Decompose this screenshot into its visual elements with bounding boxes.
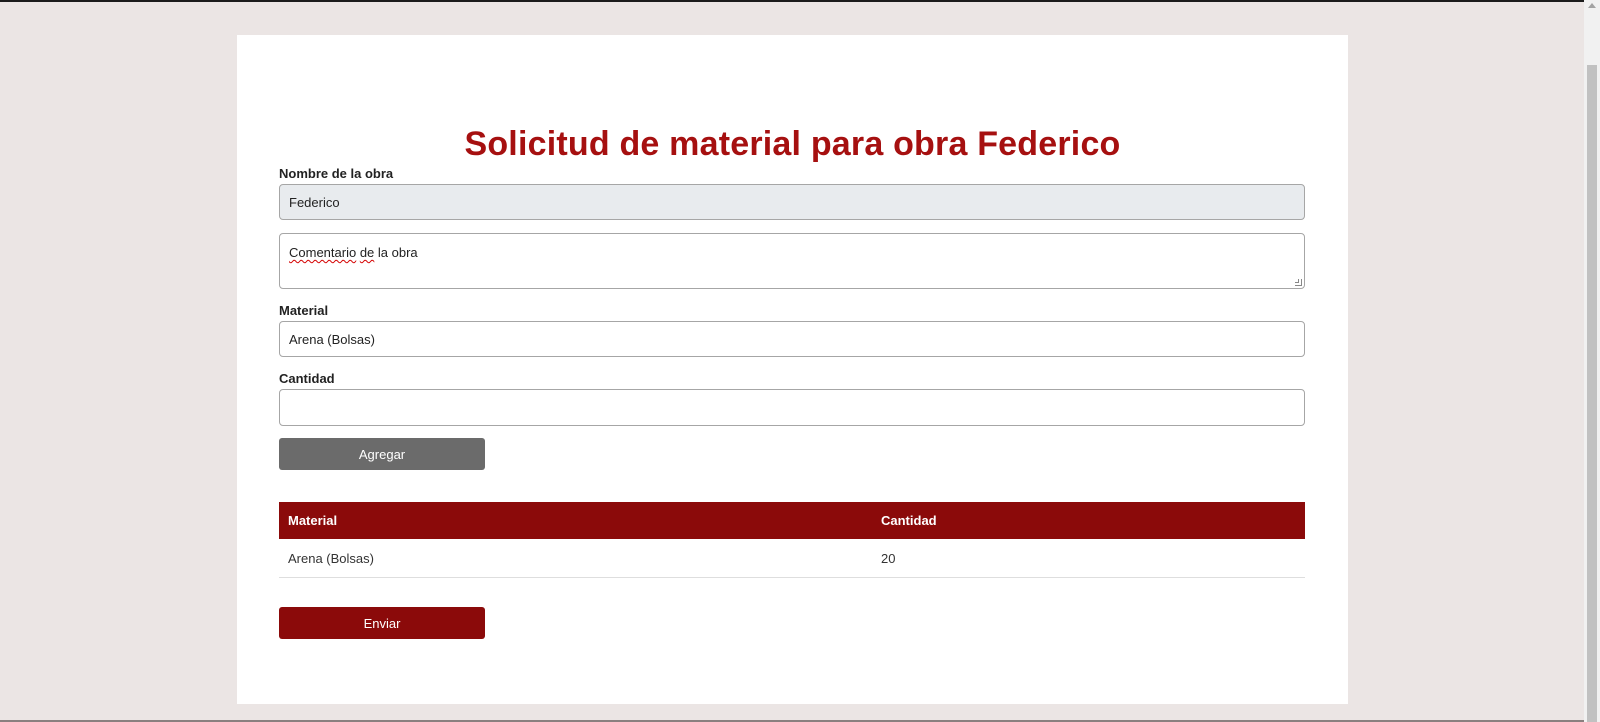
material-value: Arena (Bolsas)	[289, 331, 375, 347]
scrollbar-thumb[interactable]	[1587, 65, 1597, 722]
material-input[interactable]: Arena (Bolsas)	[279, 321, 1305, 357]
form-card: Solicitud de material para obra Federico…	[237, 35, 1348, 704]
resize-grip-icon[interactable]	[1295, 279, 1302, 286]
window-top-border	[0, 0, 1584, 2]
page-title: Solicitud de material para obra Federico	[464, 125, 1121, 163]
vertical-scrollbar[interactable]	[1584, 0, 1600, 722]
obra-name-input[interactable]: Federico	[279, 184, 1305, 220]
scroll-up-arrow-icon[interactable]	[1588, 3, 1596, 8]
table-header-cantidad: Cantidad	[872, 502, 1305, 539]
table-row: Arena (Bolsas) 20	[279, 539, 1305, 578]
material-label: Material	[279, 303, 329, 318]
table-cell-material: Arena (Bolsas)	[279, 539, 872, 578]
obra-name-label: Nombre de la obra	[279, 166, 394, 181]
add-button[interactable]: Agregar	[279, 438, 485, 470]
comment-text-rest: la obra	[374, 245, 418, 260]
cantidad-label: Cantidad	[279, 371, 335, 386]
submit-button[interactable]: Enviar	[279, 607, 485, 639]
table-header-row: Material Cantidad	[279, 502, 1305, 539]
comment-text-word2: de	[359, 245, 375, 260]
comment-textarea[interactable]: Comentario de la obra	[279, 233, 1305, 289]
table-header-material: Material	[279, 502, 872, 539]
comment-text-word1: Comentario	[289, 245, 357, 260]
materials-table: Material Cantidad Arena (Bolsas) 20	[279, 502, 1305, 578]
cantidad-input[interactable]	[279, 389, 1305, 426]
table-cell-cantidad: 20	[872, 539, 1305, 578]
obra-name-value: Federico	[289, 194, 340, 210]
